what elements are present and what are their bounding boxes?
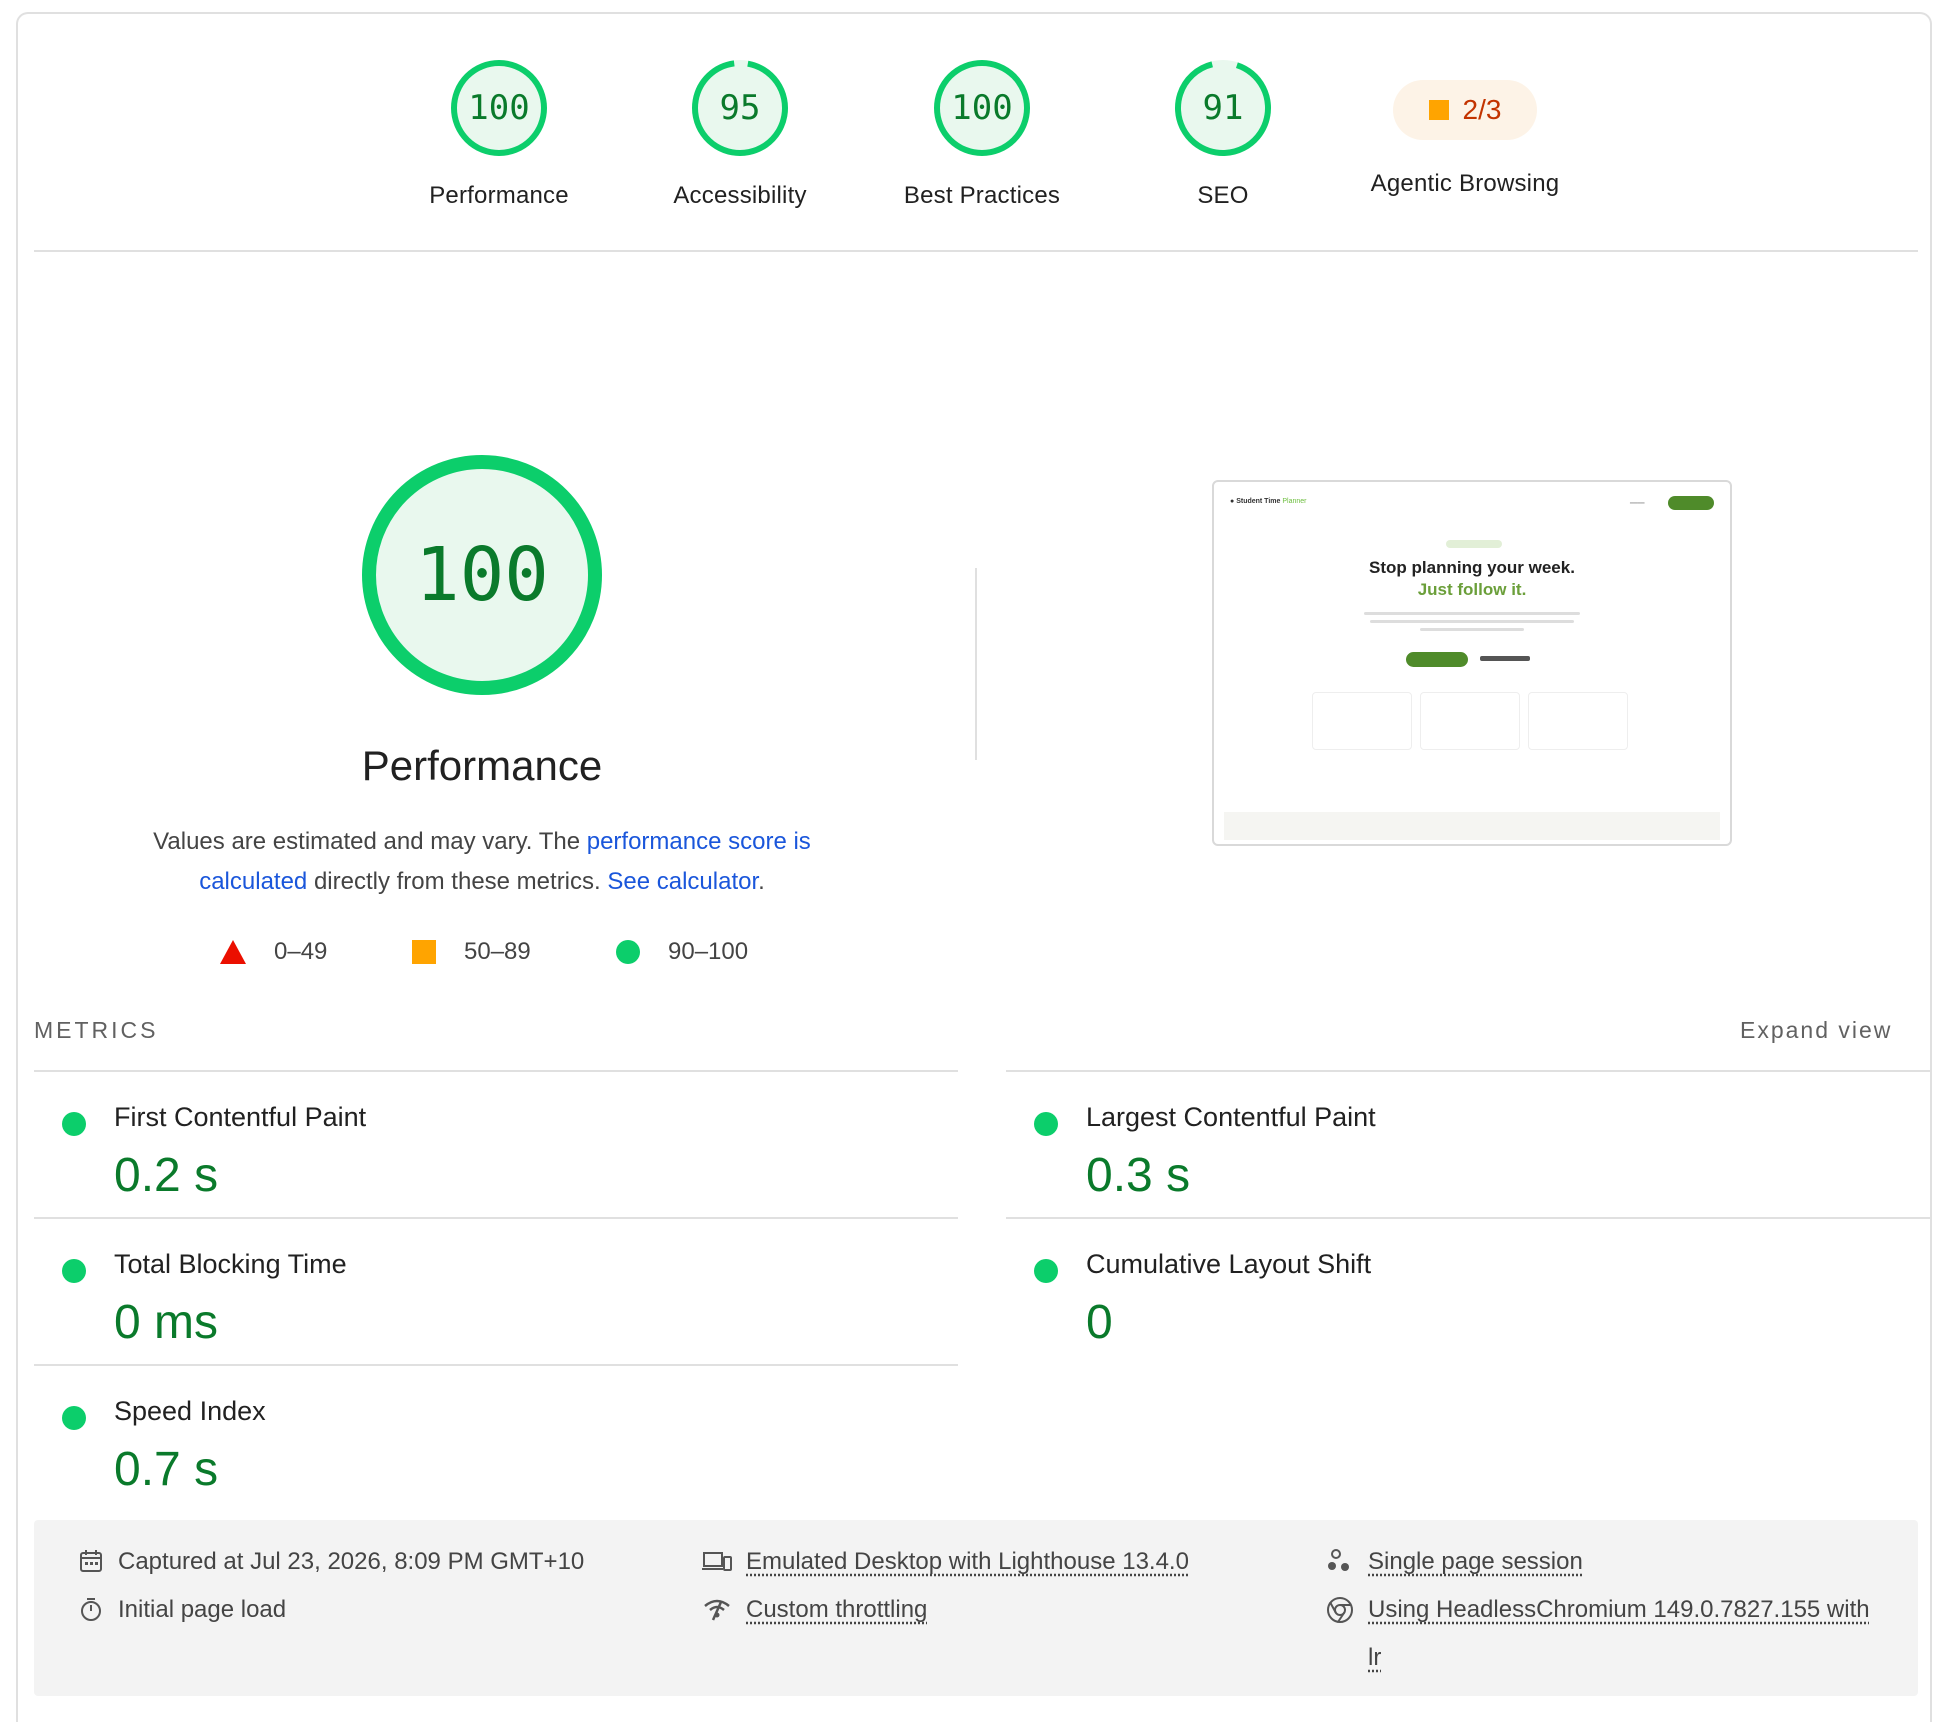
expand-view-toggle[interactable]: Expand view bbox=[1740, 1017, 1892, 1044]
desc-text: directly from these metrics. bbox=[307, 868, 608, 895]
gauge-score: 91 bbox=[1202, 88, 1244, 128]
session-text: Single page session bbox=[1368, 1548, 1583, 1575]
metric-name: Speed Index bbox=[114, 1396, 266, 1426]
thumb-cta-button bbox=[1406, 652, 1468, 667]
performance-description: Values are estimated and may vary. The p… bbox=[110, 822, 854, 902]
pass-circle-icon bbox=[1034, 1259, 1058, 1283]
session-type[interactable]: Single page session bbox=[1326, 1548, 1583, 1576]
thumb-footer bbox=[1224, 812, 1720, 840]
vertical-divider bbox=[975, 568, 977, 760]
metric-divider bbox=[1006, 1070, 1930, 1072]
metric-divider bbox=[1006, 1217, 1930, 1219]
calendar-icon bbox=[80, 1550, 102, 1572]
category-gauges: 100 Performance 95 Accessibility 100 Bes… bbox=[0, 0, 1948, 250]
performance-title: Performance bbox=[361, 742, 603, 789]
pass-circle-icon bbox=[62, 1112, 86, 1136]
thumb-text-line bbox=[1420, 628, 1524, 631]
pass-circle-icon bbox=[62, 1406, 86, 1430]
thumb-pill bbox=[1446, 540, 1502, 548]
legend-average: 50–89 bbox=[412, 938, 531, 966]
average-square-icon bbox=[1428, 100, 1449, 120]
metric-speed-index: Speed Index 0.7 s bbox=[34, 1376, 934, 1516]
gauge-agentic-browsing[interactable]: 2/3 Agentic Browsing bbox=[1315, 58, 1615, 198]
metric-value: 0.2 s bbox=[114, 1149, 219, 1202]
initial-load: Initial page load bbox=[78, 1596, 286, 1624]
browser-text: Using HeadlessChromium 149.0.7827.155 wi… bbox=[1368, 1596, 1870, 1623]
browser-info[interactable]: Using HeadlessChromium 149.0.7827.155 wi… bbox=[1326, 1596, 1870, 1682]
legend-label: 0–49 bbox=[274, 938, 328, 965]
thumb-brand-accent: Planner bbox=[1282, 498, 1307, 505]
emulated-text: Emulated Desktop with Lighthouse 13.4.0 bbox=[746, 1548, 1189, 1575]
stopwatch-icon bbox=[81, 1598, 101, 1621]
legend-label: 90–100 bbox=[668, 938, 749, 965]
average-square-icon bbox=[412, 940, 436, 964]
gauge-ring: 100 bbox=[932, 58, 1032, 158]
thumb-text-line bbox=[1370, 620, 1574, 623]
pass-circle-icon bbox=[616, 940, 640, 964]
metric-lcp: Largest Contentful Paint 0.3 s bbox=[1006, 1082, 1906, 1222]
gauge-ring: 95 bbox=[690, 58, 790, 158]
metric-cls: Cumulative Layout Shift 0 bbox=[1006, 1229, 1906, 1369]
agentic-badge: 2/3 bbox=[1393, 80, 1537, 140]
devices-icon bbox=[702, 1552, 732, 1571]
metric-name: Cumulative Layout Shift bbox=[1086, 1249, 1372, 1279]
thumb-subheadline: Just follow it. bbox=[1417, 580, 1527, 599]
desc-text: Values are estimated and may vary. The bbox=[153, 828, 587, 855]
thumb-card bbox=[1312, 692, 1412, 750]
metric-divider bbox=[34, 1217, 958, 1219]
network-throttle-icon bbox=[704, 1599, 730, 1621]
pass-circle-icon bbox=[62, 1259, 86, 1283]
divider bbox=[34, 250, 1918, 252]
fail-triangle-icon bbox=[220, 940, 246, 964]
metric-value: 0.3 s bbox=[1086, 1149, 1191, 1202]
thumb-headline: Stop planning your week. bbox=[1369, 558, 1575, 577]
gauge-ring: 91 bbox=[1173, 58, 1273, 158]
runtime-settings: Captured at Jul 23, 2026, 8:09 PM GMT+10… bbox=[34, 1520, 1918, 1696]
throttling[interactable]: Custom throttling bbox=[702, 1596, 927, 1624]
agentic-score: 2/3 bbox=[1462, 94, 1502, 125]
metric-name: First Contentful Paint bbox=[114, 1102, 367, 1132]
gauge-score: 100 bbox=[951, 88, 1013, 128]
metric-value: 0 bbox=[1086, 1296, 1113, 1349]
metric-divider bbox=[34, 1364, 958, 1366]
metric-value: 0.7 s bbox=[114, 1443, 219, 1496]
metric-name: Total Blocking Time bbox=[114, 1249, 347, 1279]
desc-text: . bbox=[758, 868, 765, 895]
session-dots-icon bbox=[1328, 1549, 1349, 1571]
thumb-nav-button bbox=[1668, 496, 1714, 510]
thumb-card bbox=[1528, 692, 1628, 750]
captured-text: Captured at Jul 23, 2026, 8:09 PM GMT+10 bbox=[118, 1548, 585, 1575]
metric-name: Largest Contentful Paint bbox=[1086, 1102, 1376, 1132]
thumb-secondary-link bbox=[1480, 656, 1530, 661]
browser-text: lr bbox=[1368, 1644, 1382, 1671]
load-text: Initial page load bbox=[118, 1596, 287, 1623]
metric-value: 0 ms bbox=[114, 1296, 219, 1349]
legend-fail: 0–49 bbox=[220, 938, 327, 966]
gauge-label: Agentic Browsing bbox=[1370, 170, 1560, 197]
chrome-icon bbox=[1327, 1597, 1353, 1623]
see-calculator-link[interactable]: See calculator bbox=[607, 868, 758, 895]
captured-at: Captured at Jul 23, 2026, 8:09 PM GMT+10 bbox=[78, 1548, 584, 1576]
thumb-text-line bbox=[1364, 612, 1580, 615]
legend-pass: 90–100 bbox=[616, 938, 748, 966]
metric-tbt: Total Blocking Time 0 ms bbox=[34, 1229, 934, 1369]
gauge-score: 95 bbox=[719, 88, 761, 128]
performance-score: 100 bbox=[415, 532, 549, 618]
final-screenshot[interactable]: ● Student Time Planner ━━━━ Stop plannin… bbox=[1212, 480, 1732, 846]
gauge-score: 100 bbox=[468, 88, 530, 128]
thumb-brand-name: Student Time bbox=[1236, 498, 1281, 505]
emulated-device[interactable]: Emulated Desktop with Lighthouse 13.4.0 bbox=[702, 1548, 1189, 1576]
pass-circle-icon bbox=[1034, 1112, 1058, 1136]
thumb-nav-link: ━━━━ bbox=[1630, 501, 1645, 507]
legend-label: 50–89 bbox=[464, 938, 531, 965]
metric-fcp: First Contentful Paint 0.2 s bbox=[34, 1082, 934, 1222]
thumb-brand: ● Student Time Planner bbox=[1230, 498, 1307, 505]
metric-divider bbox=[34, 1070, 958, 1072]
gauge-ring: 100 bbox=[449, 58, 549, 158]
thumb-card bbox=[1420, 692, 1520, 750]
metrics-heading: METRICS bbox=[34, 1017, 159, 1043]
throttling-text: Custom throttling bbox=[746, 1596, 928, 1623]
